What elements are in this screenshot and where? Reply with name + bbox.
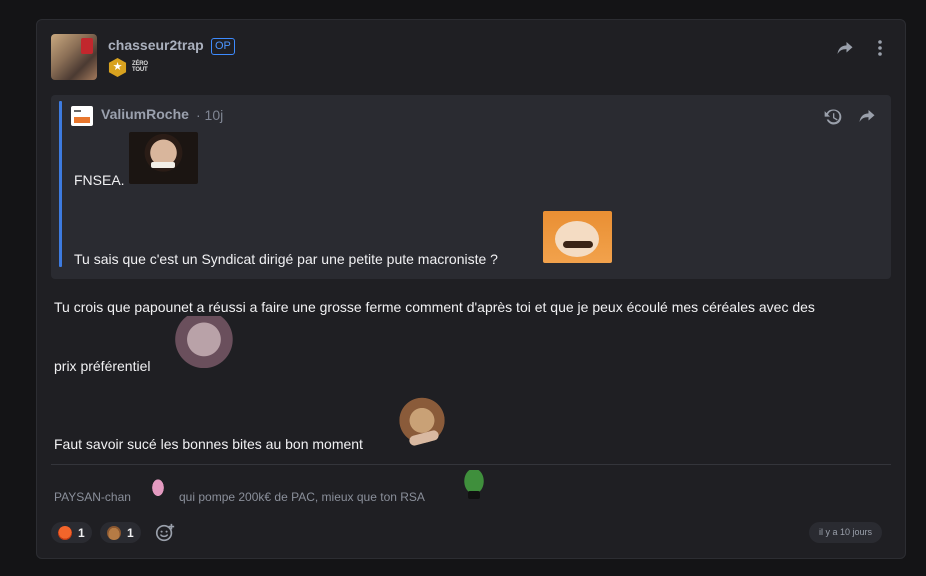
signature-name: PAYSAN-chan <box>54 490 131 504</box>
more-vertical-icon[interactable] <box>875 39 885 57</box>
body-line-1: Tu crois que papounet a réussi a faire u… <box>54 299 815 315</box>
reaction-count: 1 <box>127 525 134 540</box>
body-line-3: Faut savoir sucé les bonnes bites au bon… <box>54 436 363 452</box>
quote-line-2: Tu sais que c'est un Syndicat dirigé par… <box>74 251 498 267</box>
reaction-angry[interactable]: 1 <box>51 522 92 543</box>
laughing-man-sticker <box>129 132 198 184</box>
quote-line-1: FNSEA. <box>74 172 125 188</box>
quote-age: · 10j <box>196 107 224 123</box>
op-badge: OP <box>211 38 235 55</box>
add-reaction-icon[interactable] <box>154 522 176 544</box>
cat-sticker <box>166 316 235 368</box>
quote-share-icon[interactable] <box>858 108 876 124</box>
author-avatar[interactable] <box>51 34 97 80</box>
moustache-man-sticker <box>543 211 612 263</box>
quoted-post: ValiumRoche · 10j FNSEA. Tu sais que c'e… <box>51 95 891 279</box>
zero-tout-badge: ZÉRO TOUT <box>132 61 148 73</box>
reaction-poop[interactable]: 1 <box>100 522 141 543</box>
quote-author-name[interactable]: ValiumRoche <box>101 106 189 122</box>
forum-post: chasseur2trap OP ★ ZÉRO TOUT ValiumRoche… <box>36 19 906 559</box>
frog-sticker <box>458 470 490 502</box>
reaction-count: 1 <box>78 525 85 540</box>
signature-text: qui pompe 200k€ de PAC, mieux que ton RS… <box>179 490 425 504</box>
body-line-2: prix préférentiel <box>54 358 151 374</box>
pink-character-sticker <box>148 476 168 502</box>
history-icon[interactable] <box>823 107 843 127</box>
signature-divider <box>51 464 891 465</box>
share-icon[interactable] <box>836 40 854 56</box>
author-name[interactable]: chasseur2trap <box>108 37 204 53</box>
poop-icon <box>107 525 121 540</box>
quote-bar <box>59 101 62 267</box>
angry-face-icon <box>58 525 72 540</box>
post-timestamp[interactable]: il y a 10 jours <box>809 522 883 543</box>
cat-arms-crossed-sticker <box>393 397 451 449</box>
quote-author-avatar[interactable] <box>71 106 93 126</box>
star-badge-icon: ★ <box>108 58 127 77</box>
